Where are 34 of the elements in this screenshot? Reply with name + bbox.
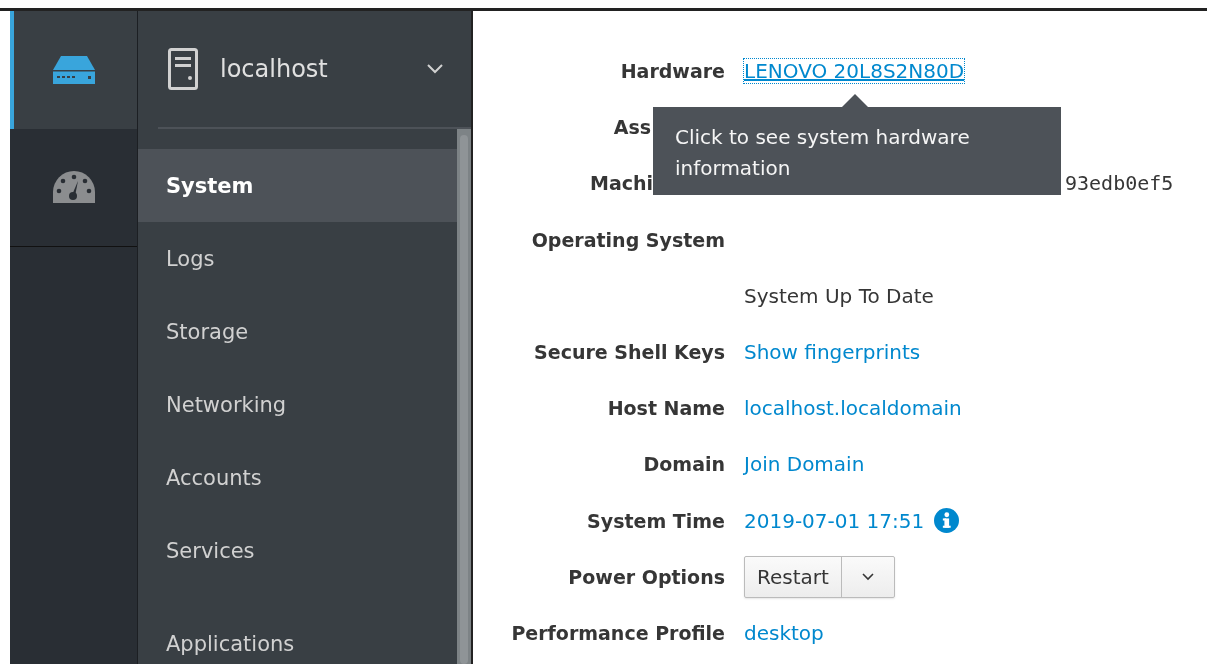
status-text: System Up To Date — [744, 283, 934, 308]
nav-item[interactable]: Networking — [138, 368, 457, 441]
field-label: Power Options — [568, 565, 725, 588]
hardware-link[interactable]: LENOVO 20L8S2N80D — [744, 59, 965, 84]
field-label: Hardware — [620, 60, 725, 83]
nav-item[interactable]: Applications — [138, 607, 457, 664]
nav-item[interactable]: System — [138, 149, 457, 222]
field-label: Domain — [643, 453, 725, 476]
nav-item[interactable]: Accounts — [138, 441, 457, 514]
value-link[interactable]: localhost.localdomain — [744, 396, 962, 421]
nav-item[interactable]: Logs — [138, 222, 457, 295]
value-link[interactable]: Join Domain — [744, 452, 865, 477]
field-label: Machi — [589, 172, 653, 195]
value-link[interactable]: desktop — [744, 620, 824, 645]
caret-icon — [861, 572, 874, 581]
tooltip: Click to see system hardware information — [653, 94, 1061, 195]
server-icon — [168, 48, 198, 90]
scrollbar[interactable] — [457, 129, 471, 664]
nav-item[interactable]: Storage — [138, 295, 457, 368]
field-label: Ass — [613, 116, 651, 139]
field-label: Operating System — [531, 228, 725, 251]
field-label: Host Name — [607, 397, 725, 420]
field-label: Performance Profile — [511, 621, 725, 644]
tooltip-arrow — [842, 94, 868, 107]
time-link[interactable]: 2019-07-01 17:51 — [744, 508, 925, 533]
info-icon[interactable] — [934, 508, 960, 534]
machine-id-value: 93edb0ef5 — [1065, 171, 1174, 196]
server-icon — [52, 56, 95, 84]
value-link[interactable]: Show fingerprints — [744, 340, 921, 365]
field-label: Secure Shell Keys — [534, 341, 725, 364]
field-label: System Time — [587, 509, 725, 532]
gauge-icon — [52, 170, 95, 205]
nav-item[interactable]: Services — [138, 514, 457, 587]
rail-item[interactable] — [10, 11, 137, 129]
